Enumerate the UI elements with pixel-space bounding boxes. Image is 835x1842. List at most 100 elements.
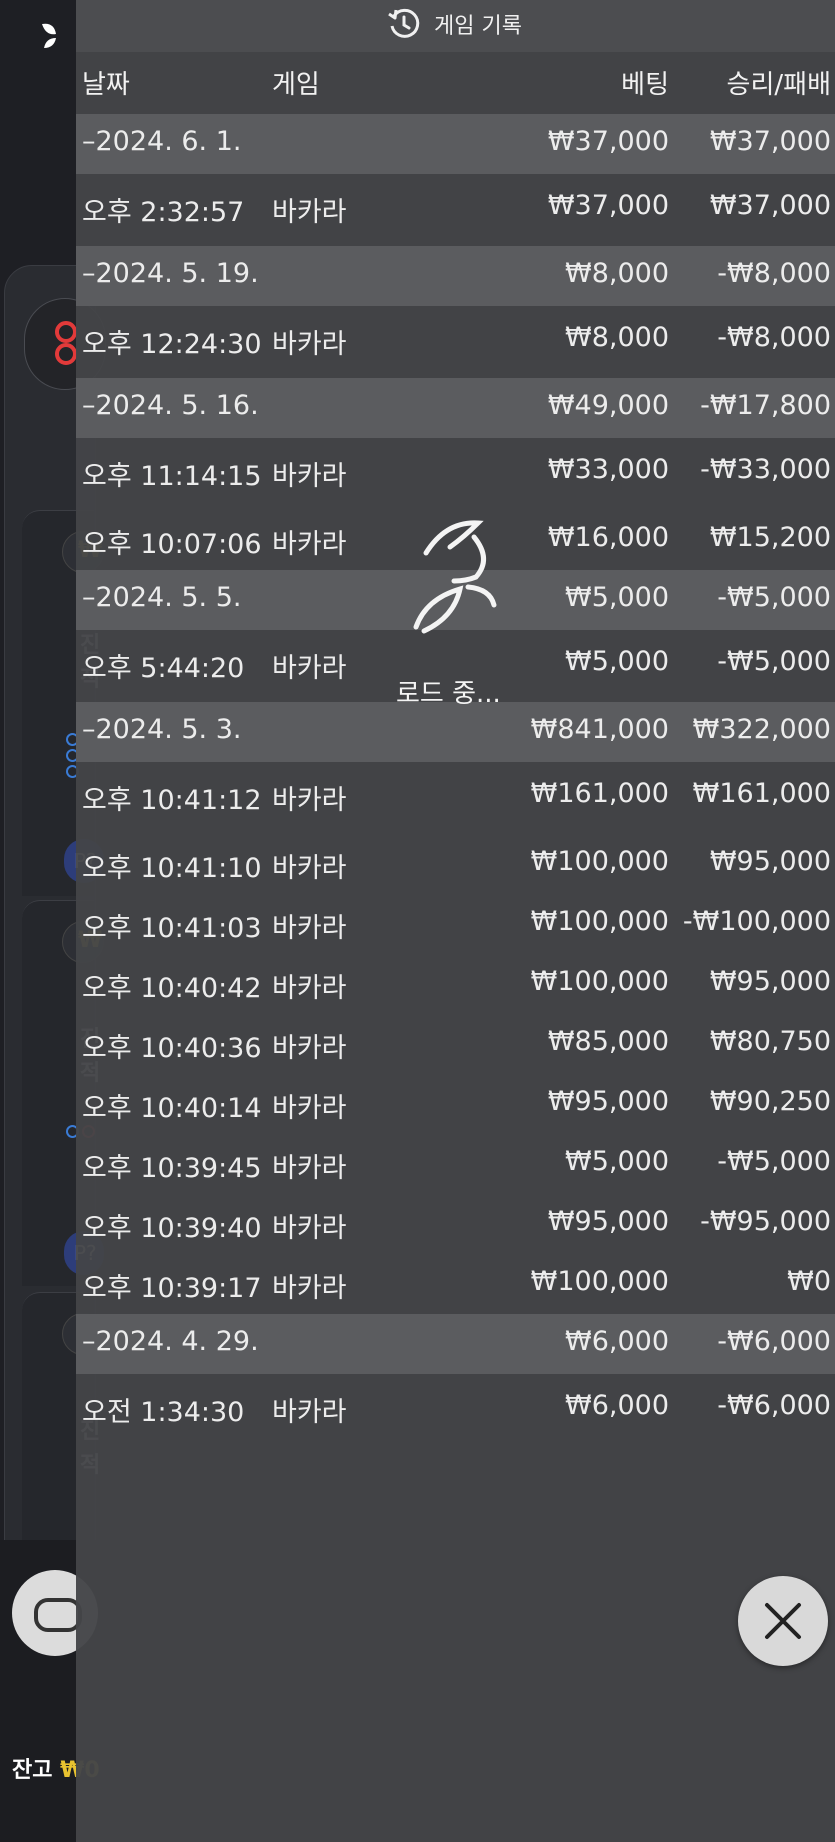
history-row: 오후 10:41:12 바카라 ₩161,000 ₩161,000 (76, 762, 835, 834)
row-win-loss: -₩6,000 (717, 1390, 831, 1421)
row-bet: ₩95,000 (547, 1086, 669, 1117)
brand-logo-icon (42, 23, 56, 48)
row-win-loss: ₩37,000 (709, 126, 831, 157)
row-win-loss: ₩0 (787, 1266, 831, 1297)
row-bet: ₩5,000 (565, 582, 669, 613)
row-win-loss: ₩322,000 (692, 714, 831, 745)
row-bet: ₩8,000 (565, 258, 669, 289)
row-win-loss: -₩33,000 (700, 454, 831, 485)
row-date: 오후 10:41:10 (82, 853, 262, 884)
column-header-game: 게임 (272, 70, 320, 100)
balance-label: 잔고 (12, 1758, 53, 1783)
history-row: 오후 12:24:30 바카라 ₩8,000 -₩8,000 (76, 306, 835, 378)
column-header-win-loss: 승리/패배 (726, 70, 831, 100)
history-row: 오후 2:32:57 바카라 ₩37,000 ₩37,000 (76, 174, 835, 246)
row-win-loss: -₩8,000 (717, 258, 831, 289)
date-group-row: –2024. 5. 3. ₩841,000 ₩322,000 (76, 702, 835, 762)
row-date: 오후 11:14:15 (82, 461, 262, 492)
row-win-loss: ₩80,750 (709, 1026, 831, 1057)
row-game: 바카라 (272, 785, 347, 816)
history-row: 오후 10:39:40 바카라 ₩95,000 -₩95,000 (76, 1194, 835, 1254)
row-game: 바카라 (272, 1033, 347, 1064)
row-date: –2024. 5. 3. (82, 714, 242, 745)
row-bet: ₩5,000 (565, 1146, 669, 1177)
history-row: 오후 10:41:10 바카라 ₩100,000 ₩95,000 (76, 834, 835, 894)
date-group-row: –2024. 4. 29. ₩6,000 -₩6,000 (76, 1314, 835, 1374)
row-game: 바카라 (272, 1153, 347, 1184)
row-bet: ₩161,000 (530, 778, 669, 809)
row-bet: ₩841,000 (530, 714, 669, 745)
date-group-row: –2024. 5. 19. ₩8,000 -₩8,000 (76, 246, 835, 306)
row-bet: ₩16,000 (547, 522, 669, 553)
row-win-loss: -₩5,000 (717, 1146, 831, 1177)
row-game: 바카라 (272, 1273, 347, 1304)
history-row: 오전 1:34:30 바카라 ₩6,000 -₩6,000 (76, 1374, 835, 1446)
date-group-row: –2024. 6. 1. ₩37,000 ₩37,000 (76, 114, 835, 174)
row-win-loss: -₩6,000 (717, 1326, 831, 1357)
row-date: 오후 10:40:36 (82, 1033, 262, 1064)
history-row: 오후 10:40:14 바카라 ₩95,000 ₩90,250 (76, 1074, 835, 1134)
leaf-spinner-icon (413, 520, 497, 634)
history-row: 오후 10:41:03 바카라 ₩100,000 -₩100,000 (76, 894, 835, 954)
row-bet: ₩85,000 (547, 1026, 669, 1057)
date-group-row: –2024. 5. 16. ₩49,000 -₩17,800 (76, 378, 835, 438)
column-header-bet: 베팅 (621, 70, 669, 100)
row-bet: ₩100,000 (530, 906, 669, 937)
row-date: 오후 10:41:12 (82, 785, 262, 816)
row-bet: ₩100,000 (530, 846, 669, 877)
row-date: 오후 10:40:42 (82, 973, 262, 1004)
row-bet: ₩6,000 (565, 1326, 669, 1357)
row-date: 오후 2:32:57 (82, 197, 245, 228)
column-header-date: 날짜 (82, 70, 130, 100)
row-bet: ₩100,000 (530, 1266, 669, 1297)
row-date: 오전 1:34:30 (82, 1397, 245, 1428)
row-date: 오후 10:39:45 (82, 1153, 262, 1184)
history-row: 오후 10:39:45 바카라 ₩5,000 -₩5,000 (76, 1134, 835, 1194)
history-row: 오후 10:39:17 바카라 ₩100,000 ₩0 (76, 1254, 835, 1314)
row-bet: ₩6,000 (565, 1390, 669, 1421)
red-ring-icon (55, 321, 77, 343)
row-date: –2024. 5. 16. (82, 390, 259, 421)
row-date: 오후 5:44:20 (82, 653, 245, 684)
row-win-loss: -₩5,000 (717, 582, 831, 613)
row-game: 바카라 (272, 853, 347, 884)
red-ring-icon (55, 343, 77, 365)
row-win-loss: -₩17,800 (700, 390, 831, 421)
row-date: 오후 10:07:06 (82, 529, 262, 560)
row-bet: ₩95,000 (547, 1206, 669, 1237)
close-button[interactable] (738, 1576, 828, 1666)
row-date: 오후 10:41:03 (82, 913, 262, 944)
close-icon (765, 1603, 801, 1639)
history-row: 오후 11:14:15 바카라 ₩33,000 -₩33,000 (76, 438, 835, 510)
history-icon (388, 8, 420, 38)
game-history-overlay: 게임 기록 날짜 게임 베팅 승리/패배 –2024. 6. 1. ₩37,000… (76, 0, 835, 1842)
row-win-loss: -₩100,000 (682, 906, 831, 937)
row-win-loss: ₩37,000 (709, 190, 831, 221)
row-date: 오후 10:39:40 (82, 1213, 262, 1244)
row-date: –2024. 5. 19. (82, 258, 259, 289)
history-header: 게임 기록 (76, 0, 835, 52)
row-date: 오후 10:40:14 (82, 1093, 262, 1124)
row-game: 바카라 (272, 1397, 347, 1428)
row-bet: ₩5,000 (565, 646, 669, 677)
loading-indicator: 로드 중... (396, 515, 516, 709)
loading-text: 로드 중... (396, 679, 501, 709)
row-bet: ₩8,000 (565, 322, 669, 353)
row-bet: ₩49,000 (547, 390, 669, 421)
row-win-loss: ₩15,200 (709, 522, 831, 553)
row-date: –2024. 4. 29. (82, 1326, 259, 1357)
row-date: 오후 12:24:30 (82, 329, 262, 360)
row-game: 바카라 (272, 329, 347, 360)
row-game: 바카라 (272, 529, 347, 560)
row-win-loss: ₩95,000 (709, 966, 831, 997)
row-bet: ₩37,000 (547, 126, 669, 157)
row-win-loss: -₩95,000 (700, 1206, 831, 1237)
row-game: 바카라 (272, 913, 347, 944)
history-title: 게임 기록 (434, 14, 522, 39)
history-row: 오후 10:40:42 바카라 ₩100,000 ₩95,000 (76, 954, 835, 1014)
row-date: 오후 10:39:17 (82, 1273, 262, 1304)
row-game: 바카라 (272, 1213, 347, 1244)
row-game: 바카라 (272, 461, 347, 492)
row-win-loss: ₩95,000 (709, 846, 831, 877)
row-bet: ₩33,000 (547, 454, 669, 485)
